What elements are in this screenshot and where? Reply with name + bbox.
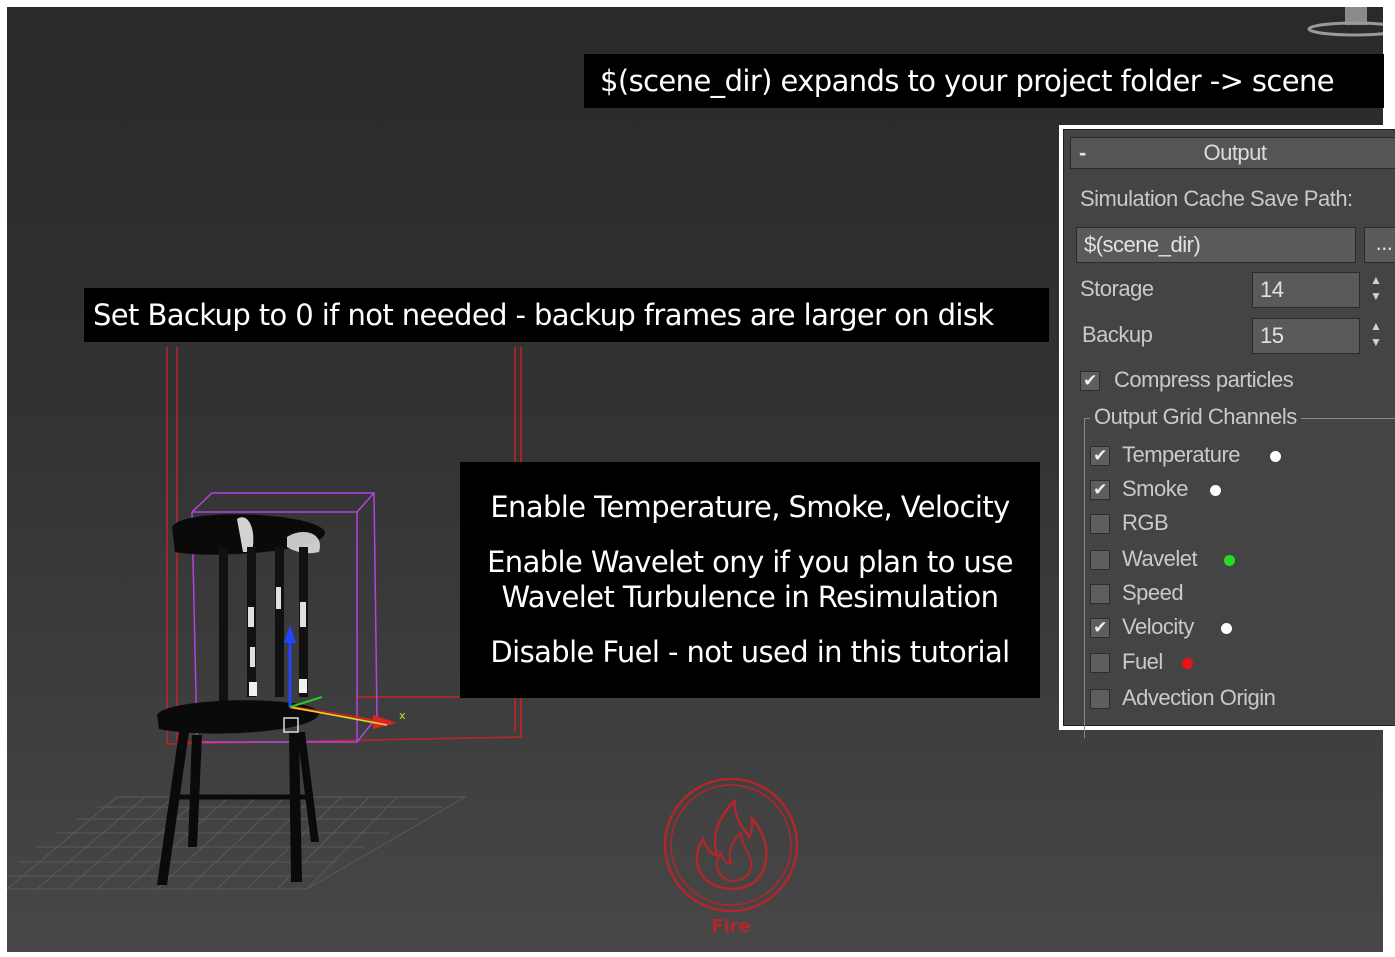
storage-field[interactable]: 14	[1252, 272, 1360, 308]
channel-advection-origin-checkbox[interactable]	[1090, 689, 1110, 709]
channel-velocity-label: Velocity	[1122, 614, 1194, 639]
caption-line: Enable Temperature, Smoke, Velocity	[490, 490, 1010, 525]
caption-line: Enable Wavelet ony if you plan to use	[487, 545, 1013, 580]
channel-wavelet-color-dot	[1224, 555, 1235, 566]
channel-fuel-checkbox[interactable]	[1090, 653, 1110, 673]
storage-spinner[interactable]: ▲ ▼	[1370, 272, 1382, 306]
cache-path-field[interactable]: $(scene_dir)	[1076, 227, 1356, 263]
caption-paragraph: Enable Temperature, Smoke, Velocity	[460, 490, 1040, 525]
channel-velocity-color-dot	[1221, 623, 1232, 634]
channel-fuel-color-dot	[1182, 658, 1193, 669]
channel-rgb-label: RGB	[1122, 510, 1169, 535]
channel-smoke-color-dot	[1210, 485, 1221, 496]
channel-temperature-checkbox[interactable]: ✔	[1090, 446, 1110, 466]
caption-line: Disable Fuel - not used in this tutorial	[490, 634, 1010, 669]
caption-backup: Set Backup to 0 if not needed - backup f…	[84, 288, 1049, 342]
channel-temperature-label: Temperature	[1122, 442, 1241, 467]
channel-velocity-checkbox[interactable]: ✔	[1090, 618, 1110, 638]
channel-smoke-label: Smoke	[1122, 476, 1188, 501]
compress-particles-label: Compress particles	[1114, 367, 1294, 392]
channel-smoke-checkbox[interactable]: ✔	[1090, 480, 1110, 500]
browse-path-button[interactable]: ...	[1364, 227, 1395, 263]
compress-particles-checkbox[interactable]: ✔	[1080, 371, 1100, 391]
backup-spinner[interactable]: ▲ ▼	[1370, 318, 1382, 352]
channel-speed-label: Speed	[1122, 580, 1184, 605]
fire-logo-label: Fire	[711, 916, 751, 937]
scene-object-top-right	[1307, 7, 1383, 37]
channel-fuel-label: Fuel	[1122, 649, 1163, 674]
chair-model	[157, 514, 326, 885]
caption-line: Wavelet Turbulence in Resimulation	[501, 580, 999, 614]
gizmo-axis-label: x	[399, 709, 406, 722]
output-grid-channels-title: Output Grid Channels	[1090, 404, 1301, 430]
cache-path-label: Simulation Cache Save Path:	[1080, 186, 1353, 211]
output-rollout-panel: Output - Simulation Cache Save Path: $(s…	[1059, 125, 1395, 738]
storage-label: Storage	[1080, 276, 1154, 301]
channel-speed-checkbox[interactable]	[1090, 584, 1110, 604]
channel-wavelet-checkbox[interactable]	[1090, 550, 1110, 570]
collapse-toggle[interactable]: -	[1079, 138, 1086, 168]
caption-paragraph: Disable Fuel - not used in this tutorial	[460, 635, 1040, 670]
channel-wavelet-label: Wavelet	[1122, 546, 1198, 571]
caption-paragraph: Enable Wavelet ony if you plan to use Wa…	[460, 545, 1040, 615]
backup-label: Backup	[1082, 322, 1153, 347]
channel-rgb-checkbox[interactable]	[1090, 514, 1110, 534]
output-rollout-body: Output - Simulation Cache Save Path: $(s…	[1063, 129, 1395, 738]
caption-grid-channels: Enable Temperature, Smoke, Velocity Enab…	[460, 462, 1040, 698]
caption-scene-dir: $(scene_dir) expands to your project fol…	[584, 54, 1384, 108]
rollout-header[interactable]: Output -	[1070, 137, 1395, 169]
channel-advection-origin-label: Advection Origin	[1122, 685, 1276, 710]
channel-temperature-color-dot	[1270, 451, 1281, 462]
backup-field[interactable]: 15	[1252, 318, 1360, 354]
floor-grid	[7, 796, 467, 890]
rollout-title: Output	[1203, 140, 1267, 165]
